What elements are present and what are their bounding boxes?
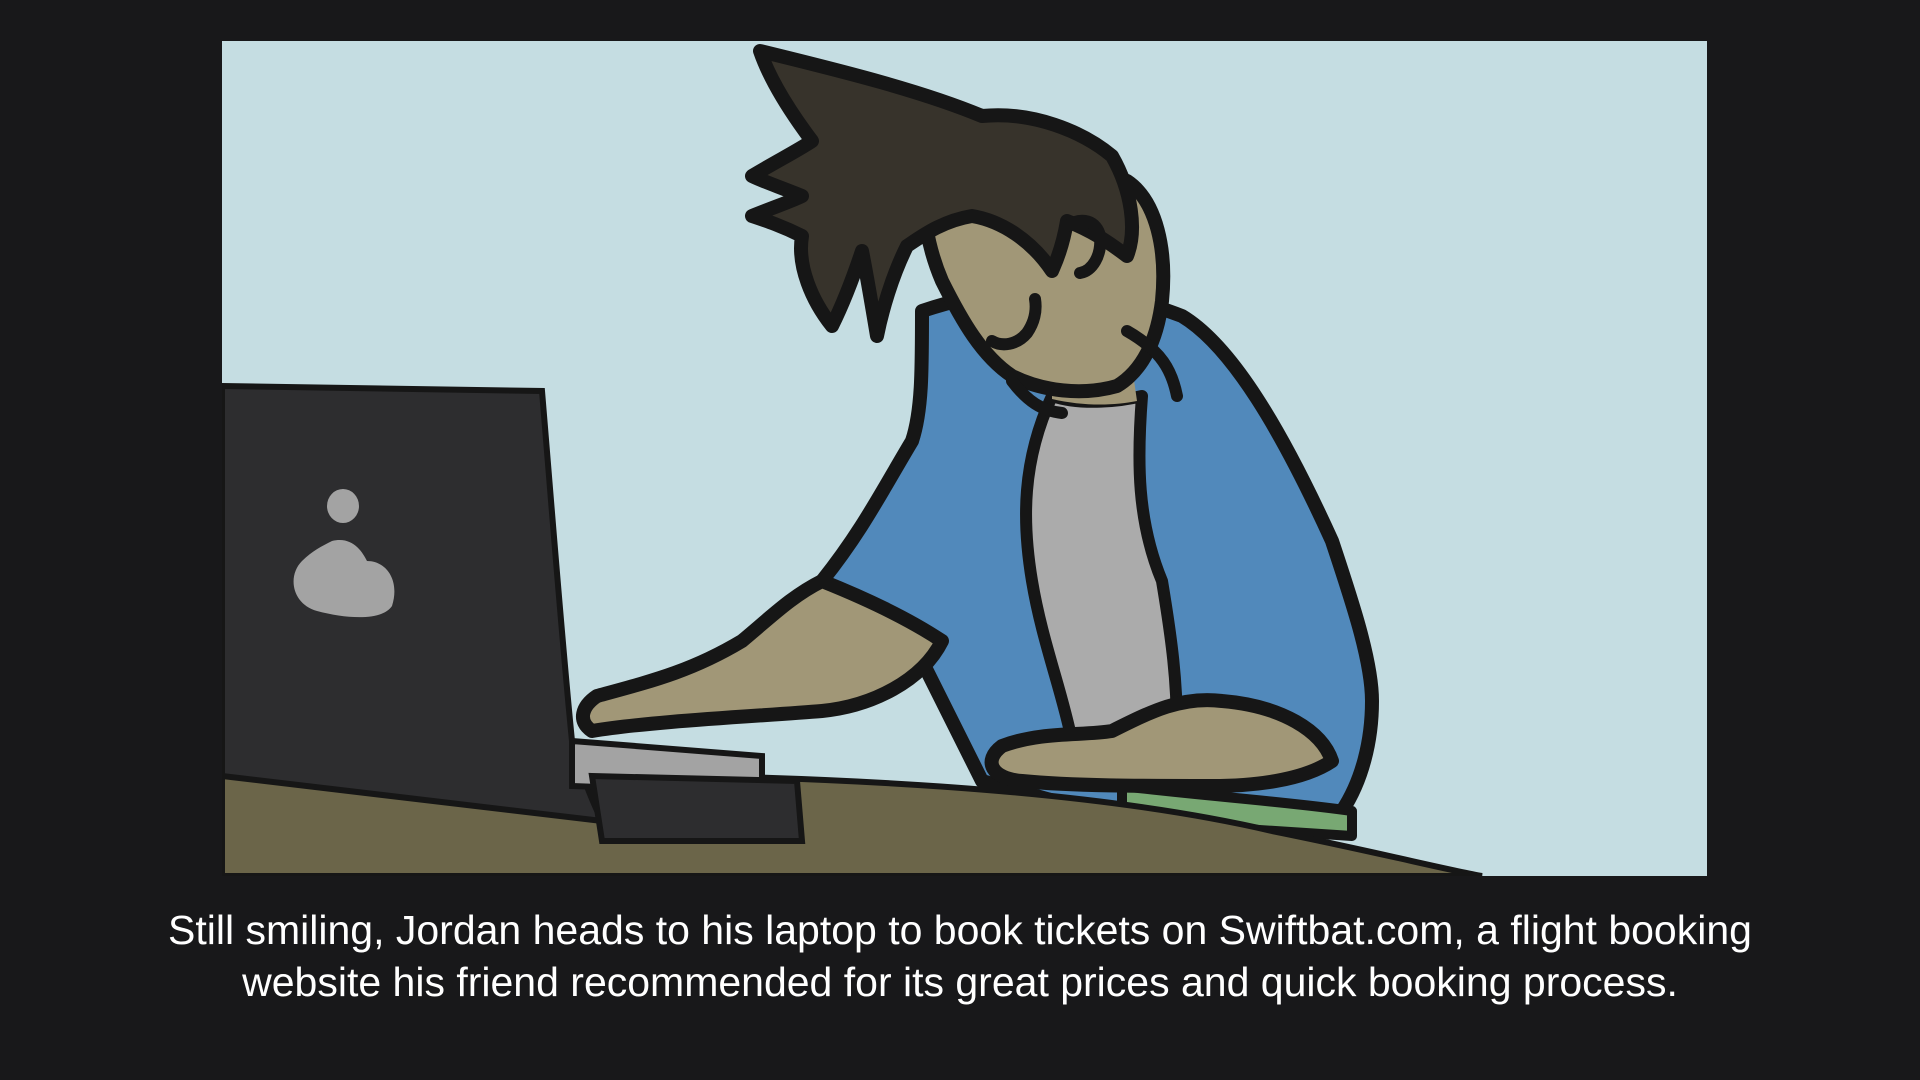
laptop-base xyxy=(588,772,806,844)
comic-illustration xyxy=(222,41,1707,876)
comic-panel xyxy=(222,41,1707,876)
laptop xyxy=(222,382,608,825)
comic-page: Still smiling, Jordan heads to his lapto… xyxy=(0,0,1920,1080)
caption-text: Still smiling, Jordan heads to his lapto… xyxy=(168,907,1752,1005)
